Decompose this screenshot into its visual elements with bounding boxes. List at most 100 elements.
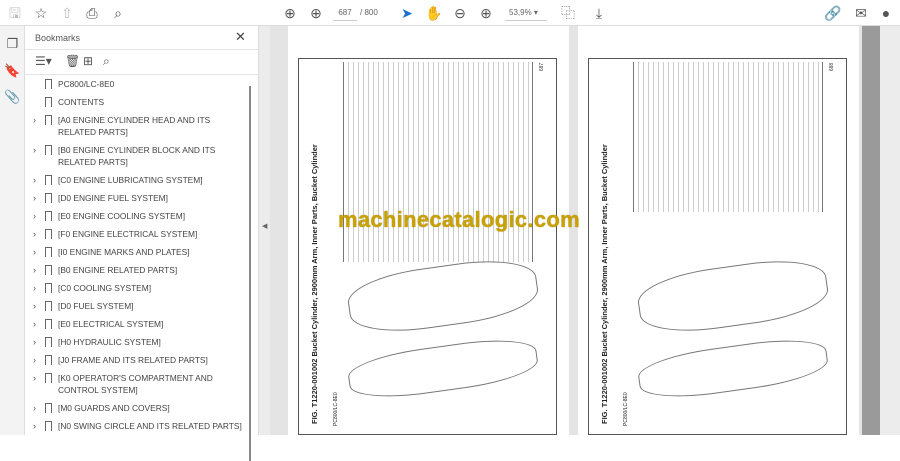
bookmark-icon	[45, 229, 52, 242]
bookmark-item[interactable]: › [C0 COOLING SYSTEM]	[25, 282, 247, 296]
expand-chevron-icon[interactable]: ›	[33, 336, 36, 348]
bookmark-item[interactable]: › [K0 OPERATOR'S COMPARTMENT AND CONTROL …	[25, 372, 247, 396]
cloud-upload-icon[interactable]: ⇧	[58, 4, 76, 22]
bookmark-icon	[45, 265, 52, 278]
expand-chevron-icon[interactable]: ›	[33, 264, 36, 276]
bookmark-item[interactable]: › [B0 ENGINE RELATED PARTS]	[25, 264, 247, 278]
bookmark-label: [I0 ENGINE MARKS AND PLATES]	[58, 247, 190, 257]
bookmark-label: [F0 ENGINE ELECTRICAL SYSTEM]	[58, 229, 198, 239]
expand-chevron-icon[interactable]: ›	[33, 282, 36, 294]
account-icon[interactable]: ●	[877, 4, 895, 22]
bookmark-icon	[45, 337, 52, 350]
find-bookmark-icon[interactable]: ⌕	[103, 54, 110, 69]
page-footer: PC800/LC-8E0	[623, 392, 629, 426]
bookmark-icon	[45, 79, 52, 92]
bookmark-label: [H0 HYDRAULIC SYSTEM]	[58, 337, 161, 347]
close-icon[interactable]: ✕	[235, 29, 246, 45]
expand-chevron-icon[interactable]: ›	[33, 318, 36, 330]
bookmark-icon	[45, 175, 52, 188]
expand-chevron-icon[interactable]: ›	[33, 420, 36, 432]
bookmark-item[interactable]: › [I0 ENGINE MARKS AND PLATES]	[25, 246, 247, 260]
bookmark-label: [D0 FUEL SYSTEM]	[58, 301, 134, 311]
bookmark-item[interactable]: › [D0 ENGINE FUEL SYSTEM]	[25, 192, 247, 206]
expand-chevron-icon[interactable]: ›	[33, 144, 36, 156]
expand-chevron-icon[interactable]: ›	[33, 174, 36, 186]
parts-table	[633, 62, 823, 212]
scroll-track	[880, 26, 900, 435]
page-number: 687	[539, 62, 546, 72]
expand-chevron-icon[interactable]: ›	[33, 300, 36, 312]
bookmark-label: [B0 ENGINE CYLINDER BLOCK AND ITS RELATE…	[58, 145, 216, 167]
pages-icon[interactable]: ❐	[4, 36, 21, 53]
attachment-icon[interactable]: 📎	[4, 89, 21, 106]
bookmark-item[interactable]: › [H0 HYDRAULIC SYSTEM]	[25, 336, 247, 350]
bookmark-item[interactable]: › [F0 ENGINE ELECTRICAL SYSTEM]	[25, 228, 247, 242]
document-scrollbar[interactable]	[862, 26, 880, 435]
page-footer: PC800/LC-8E0	[333, 392, 339, 426]
bookmark-item[interactable]: › [E0 ENGINE COOLING SYSTEM]	[25, 210, 247, 224]
next-page-icon[interactable]: ⊕	[307, 4, 325, 22]
bookmark-icon	[45, 403, 52, 416]
bookmark-label: [E0 ELECTRICAL SYSTEM]	[58, 319, 164, 329]
zoom-level-dropdown[interactable]: 53,9% ▾	[505, 5, 547, 21]
scroll-mode-icon[interactable]: ⤓	[590, 4, 608, 22]
save-icon[interactable]: 🖫	[6, 4, 24, 22]
toolbar: 🖫 ☆ ⇧ ⎙ ⌕ ⊕ ⊕ 687 / 800 ➤ ✋ ⊖ ⊕ 53,9% ▾ …	[0, 0, 900, 26]
hand-tool-icon[interactable]: ✋	[425, 4, 443, 22]
previous-page-icon[interactable]: ⊕	[281, 4, 299, 22]
new-bookmark-icon[interactable]: ⊞	[83, 54, 93, 68]
bookmark-icon	[45, 211, 52, 224]
page-total: / 800	[360, 8, 378, 17]
share-link-icon[interactable]: 🔗	[824, 4, 842, 22]
email-icon[interactable]: ✉	[852, 4, 870, 22]
select-cursor-icon[interactable]: ➤	[398, 4, 416, 22]
bookmark-icon	[45, 247, 52, 260]
page-fit-icon[interactable]: ⿻	[559, 4, 577, 22]
zoom-out-icon[interactable]: ⊖	[451, 4, 469, 22]
bookmark-label: CONTENTS	[58, 97, 105, 107]
bookmark-item[interactable]: › [M0 GUARDS AND COVERS]	[25, 402, 247, 416]
bookmark-label: [M0 GUARDS AND COVERS]	[58, 403, 170, 413]
delete-icon[interactable]: 🗑	[65, 54, 80, 68]
bookmarks-panel: Bookmarks ✕ ☰▾ 🗑 ⊞ ⌕ PC800/LC-8E0 CONTENT…	[25, 26, 258, 461]
bookmark-item[interactable]: › [N0 SWING CIRCLE AND ITS RELATED PARTS]	[25, 420, 247, 434]
expand-chevron-icon[interactable]: ›	[33, 192, 36, 204]
bookmark-icon	[45, 115, 52, 128]
bookmark-icon	[45, 193, 52, 206]
bookmark-icon	[45, 373, 52, 386]
bookmark-item[interactable]: › [A0 ENGINE CYLINDER HEAD AND ITS RELATE…	[25, 114, 247, 138]
bookmark-item[interactable]: › [B0 ENGINE CYLINDER BLOCK AND ITS RELAT…	[25, 144, 247, 168]
expand-chevron-icon[interactable]: ›	[33, 210, 36, 222]
expand-chevron-icon[interactable]: ›	[33, 228, 36, 240]
figure-title: FIG. T1220-001002 Bucket Cylinder, 2900m…	[600, 144, 609, 424]
bookmark-icon	[45, 283, 52, 296]
bookmark-list: PC800/LC-8E0 CONTENTS › [A0 ENGINE CYLINDER…	[25, 78, 247, 438]
expand-chevron-icon[interactable]: ›	[33, 372, 36, 384]
star-icon[interactable]: ☆	[32, 4, 50, 22]
bookmark-item[interactable]: PC800/LC-8E0	[25, 78, 247, 92]
bookmark-item[interactable]: › [E0 ELECTRICAL SYSTEM]	[25, 318, 247, 332]
bookmark-label: [A0 ENGINE CYLINDER HEAD AND ITS RELATED…	[58, 115, 211, 137]
bookmark-item[interactable]: CONTENTS	[25, 96, 247, 110]
search-icon[interactable]: ⌕	[109, 4, 127, 22]
bookmark-label: [E0 ENGINE COOLING SYSTEM]	[58, 211, 186, 221]
expand-chevron-icon[interactable]: ›	[33, 246, 36, 258]
bookmark-label: [J0 FRAME AND ITS RELATED PARTS]	[58, 355, 208, 365]
zoom-value: 53,9%	[509, 8, 532, 17]
bookmarks-title: Bookmarks	[35, 33, 81, 43]
expand-chevron-icon[interactable]: ›	[33, 354, 36, 366]
bookmarks-icon[interactable]: 🔖	[4, 63, 21, 80]
page-number-input[interactable]: 687	[333, 5, 357, 21]
bookmark-item[interactable]: › [D0 FUEL SYSTEM]	[25, 300, 247, 314]
options-menu-icon[interactable]: ☰▾	[35, 54, 52, 68]
bookmarks-scrollbar[interactable]	[249, 86, 251, 461]
bookmark-label: [N0 SWING CIRCLE AND ITS RELATED PARTS]	[58, 421, 242, 431]
bookmark-item[interactable]: › [C0 ENGINE LUBRICATING SYSTEM]	[25, 174, 247, 188]
panel-collapse-handle[interactable]: ◀	[258, 26, 270, 435]
print-icon[interactable]: ⎙	[83, 4, 101, 22]
left-rail: ❐ 🔖 📎	[0, 26, 25, 435]
bookmark-item[interactable]: › [J0 FRAME AND ITS RELATED PARTS]	[25, 354, 247, 368]
zoom-in-icon[interactable]: ⊕	[477, 4, 495, 22]
expand-chevron-icon[interactable]: ›	[33, 114, 36, 126]
expand-chevron-icon[interactable]: ›	[33, 402, 36, 414]
